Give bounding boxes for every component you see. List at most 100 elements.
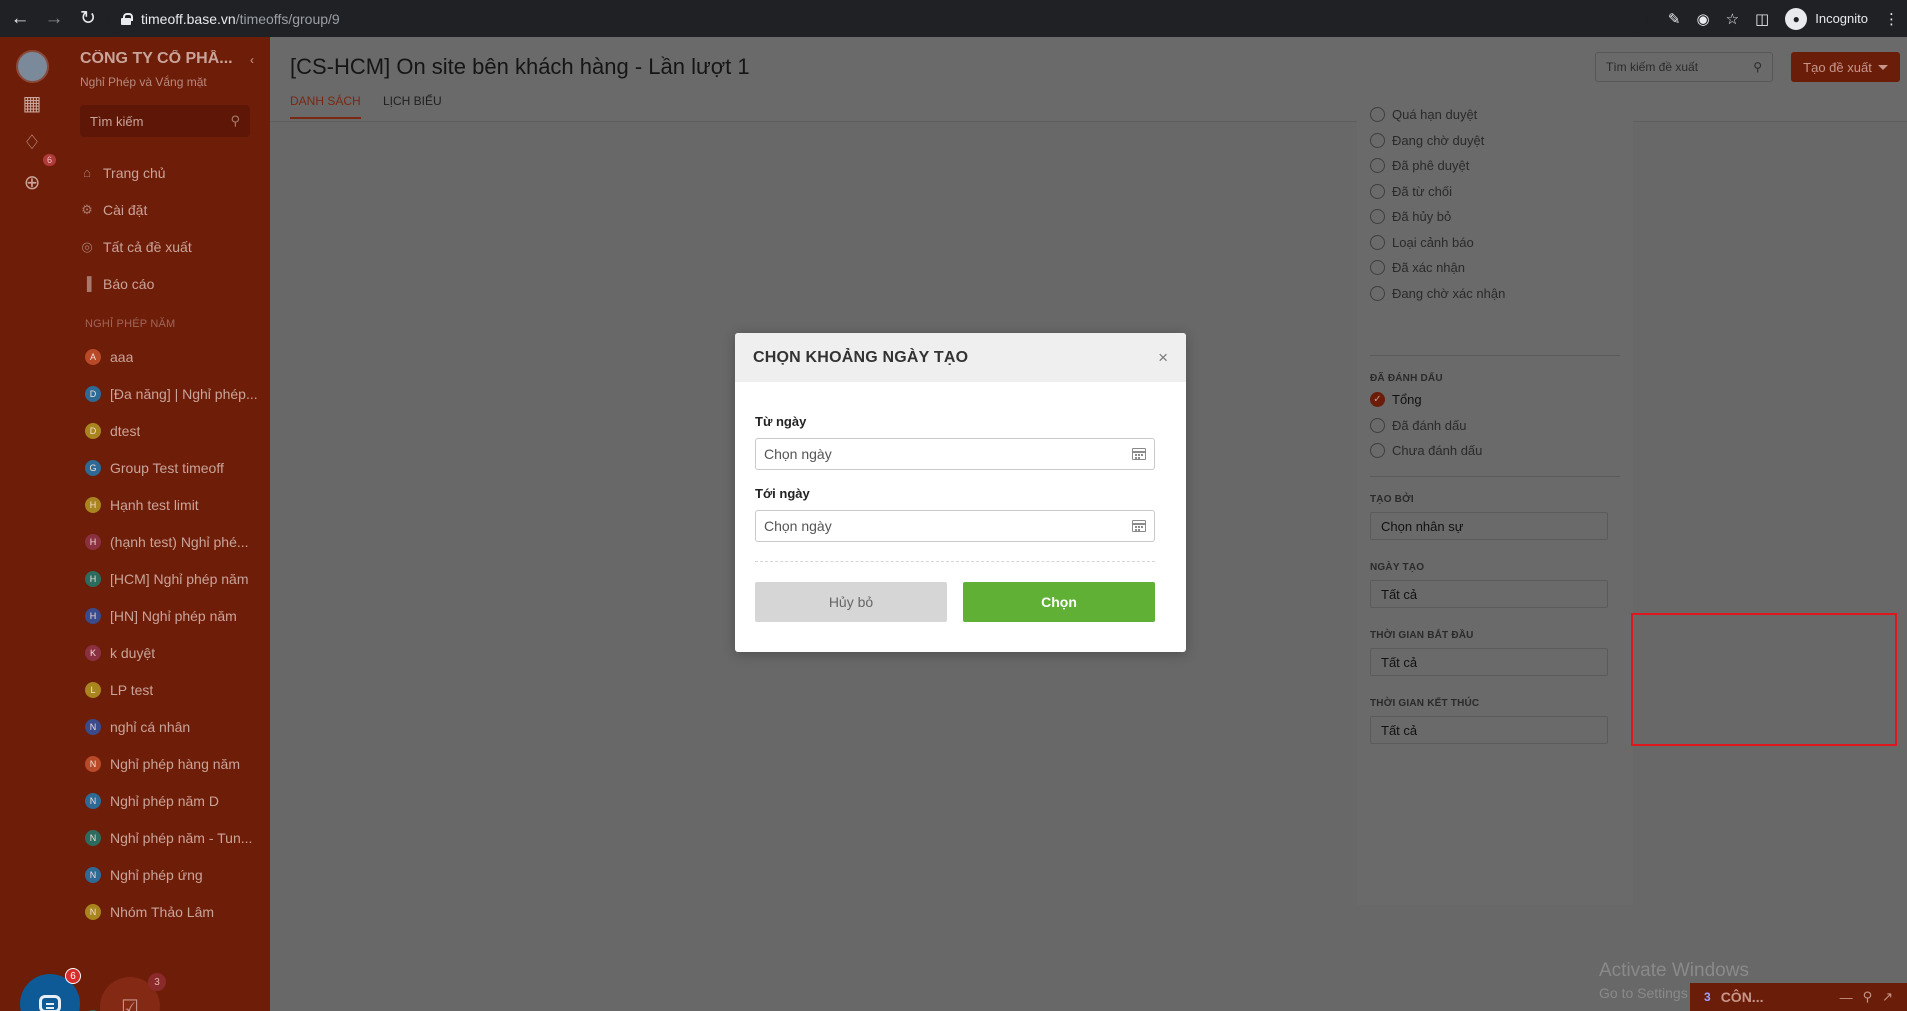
group-item[interactable]: N Nghỉ phép năm - Tun...: [85, 819, 270, 856]
status-option[interactable]: Loại cảnh báo: [1370, 234, 1474, 250]
group-item[interactable]: N Nghỉ phép hàng năm: [85, 745, 270, 782]
search-icon[interactable]: ⚲: [1863, 989, 1873, 1005]
status-option[interactable]: Quá hạn duyệt: [1370, 107, 1477, 122]
star-icon[interactable]: ☆: [1726, 10, 1739, 28]
check-icon[interactable]: ✓: [1370, 392, 1385, 407]
radio-button[interactable]: [1370, 260, 1385, 275]
status-option[interactable]: Đã xác nhận: [1370, 260, 1465, 275]
status-option-label: Đã phê duyệt: [1392, 158, 1470, 173]
divider: [1370, 476, 1620, 477]
status-option[interactable]: Đang chờ xác nhận: [1370, 285, 1505, 301]
status-option[interactable]: Đang chờ duyệt: [1370, 132, 1485, 148]
avatar[interactable]: [16, 50, 49, 83]
radio-button[interactable]: [1370, 209, 1385, 224]
status-option[interactable]: Đã hủy bỏ: [1370, 209, 1451, 224]
proposal-search-input[interactable]: Tìm kiếm đề xuất ⚲: [1595, 52, 1773, 82]
group-item[interactable]: D [Đa năng] | Nghỉ phép...: [85, 375, 270, 412]
radio-button[interactable]: [1370, 285, 1385, 301]
radio-button[interactable]: [1370, 443, 1385, 458]
group-item[interactable]: H Hạnh test limit: [85, 486, 270, 523]
end-time-select[interactable]: Tất cả: [1370, 716, 1608, 744]
close-icon[interactable]: ×: [1158, 349, 1168, 366]
radio-button[interactable]: [1370, 158, 1385, 173]
sidebar-item-0[interactable]: ⌂ Trang chủ: [80, 154, 260, 191]
group-avatar: D: [85, 422, 101, 439]
created-by-select[interactable]: Chọn nhân sự: [1370, 512, 1608, 540]
tab-list[interactable]: DANH SÁCH: [290, 94, 361, 119]
group-item[interactable]: Aaaa: [85, 338, 270, 375]
back-icon[interactable]: ←: [6, 5, 34, 33]
group-item[interactable]: H [HCM] Nghỉ phép năm: [85, 560, 270, 597]
group-item[interactable]: H [HN] Nghỉ phép năm: [85, 597, 270, 634]
group-item[interactable]: Ddtest: [85, 412, 270, 449]
incognito-icon: ●: [1785, 7, 1808, 30]
cancel-button[interactable]: Hủy bỏ: [755, 582, 947, 622]
expand-icon[interactable]: ↗: [1882, 989, 1893, 1005]
collapse-icon[interactable]: ‹: [250, 53, 254, 67]
group-label: Hạnh test limit: [110, 496, 199, 513]
group-item[interactable]: N Nhóm Thảo Lâm: [85, 893, 270, 930]
marked-option[interactable]: Chưa đánh dấu: [1370, 443, 1482, 458]
search-icon: ⚲: [1753, 60, 1762, 74]
marked-option[interactable]: Đã đánh dấu: [1370, 417, 1466, 433]
menu-icon[interactable]: ⋮: [1884, 10, 1899, 28]
tab-calendar[interactable]: LỊCH BIỂU: [383, 94, 442, 117]
minimized-chat-bar[interactable]: 3 CÔN... — ⚲ ↗: [1690, 983, 1907, 1011]
start-time-select[interactable]: Tất cả: [1370, 648, 1608, 676]
company-name[interactable]: CÔNG TY CỔ PHẦ...: [80, 50, 240, 68]
group-item[interactable]: Nnghỉ cá nhân: [85, 708, 270, 745]
radio-button[interactable]: [1370, 132, 1385, 148]
radio-button[interactable]: [1370, 107, 1385, 122]
plus-circle-icon[interactable]: ⊕: [20, 170, 44, 194]
created-date-select[interactable]: Tất cả: [1370, 580, 1608, 608]
radio-button[interactable]: [1370, 417, 1385, 433]
sidebar: CÔNG TY CỔ PHẦ... Nghỉ Phép và Vắng mặt …: [63, 37, 270, 1011]
group-item[interactable]: Kk duyệt: [85, 634, 270, 671]
date-range-modal: CHỌN KHOẢNG NGÀY TẠO × Từ ngày Chọn ngày…: [735, 333, 1186, 652]
apps-grid-icon[interactable]: ▦: [20, 91, 44, 115]
side-panel-icon[interactable]: ◫: [1755, 10, 1769, 28]
sidebar-item-2[interactable]: ◎ Tất cả đề xuất: [80, 228, 260, 265]
group-avatar: N: [85, 829, 101, 846]
forward-icon[interactable]: →: [40, 5, 68, 33]
group-label: Nghỉ phép năm D: [110, 792, 219, 809]
sidebar-item-3[interactable]: ▐ Báo cáo: [80, 265, 260, 302]
from-date-input[interactable]: Chọn ngày: [755, 438, 1155, 470]
status-option-label: Đã hủy bỏ: [1392, 209, 1452, 224]
address-bar[interactable]: timeoff.base.vn/timeoffs/group/9: [107, 5, 1647, 33]
group-item[interactable]: H (hạnh test) Nghỉ phé...: [85, 523, 270, 560]
sidebar-item-1[interactable]: ⚙ Cài đặt: [80, 191, 260, 228]
create-proposal-button[interactable]: Tạo đề xuất: [1791, 52, 1900, 82]
incognito-profile[interactable]: ● Incognito: [1785, 7, 1868, 30]
watermark-title: Activate Windows: [1599, 960, 1749, 981]
chat-icon: [39, 995, 61, 1011]
group-avatar: N: [85, 866, 101, 883]
radio-button[interactable]: [1370, 234, 1385, 250]
group-avatar: L: [85, 681, 101, 698]
group-item[interactable]: N Nghỉ phép ứng: [85, 856, 270, 893]
highlight-box: [1631, 613, 1897, 746]
minimize-icon[interactable]: —: [1840, 990, 1853, 1005]
choose-button[interactable]: Chọn: [963, 582, 1155, 622]
group-label: Nghỉ phép năm - Tun...: [110, 829, 253, 846]
radio-button[interactable]: [1370, 183, 1385, 199]
eye-slash-icon[interactable]: ◉: [1697, 10, 1710, 28]
group-item[interactable]: G Group Test timeoff: [85, 449, 270, 486]
to-date-input[interactable]: Chọn ngày: [755, 510, 1155, 542]
sidebar-item-label: Trang chủ: [103, 164, 166, 181]
marked-option[interactable]: ✓ Tổng: [1370, 392, 1422, 407]
translate-icon[interactable]: ✎: [1668, 10, 1681, 28]
status-option-label: Đang chờ duyệt: [1392, 132, 1485, 148]
filter-panel: Quá hạn duyệt Đang chờ duyệt Đã phê duyệt Đ…: [1357, 105, 1633, 905]
clipboard-check-icon: ☑: [121, 996, 139, 1011]
sidebar-search-input[interactable]: Tìm kiếm ⚲: [80, 105, 250, 137]
reload-icon[interactable]: ↻: [74, 5, 102, 33]
group-item[interactable]: L LP test: [85, 671, 270, 708]
status-option[interactable]: Đã từ chối: [1370, 183, 1452, 199]
sidebar-nav: ⌂ Trang chủ ⚙ Cài đặt ◎ Tất cả đề xuất ▐ Báo cá…: [80, 154, 260, 302]
group-label: [Đa năng] | Nghỉ phép...: [110, 385, 258, 402]
status-option[interactable]: Đã phê duyệt: [1370, 158, 1469, 173]
group-label: Nghỉ phép hàng năm: [110, 755, 240, 772]
bell-icon[interactable]: ♢: [20, 130, 44, 154]
group-item[interactable]: N Nghỉ phép năm D: [85, 782, 270, 819]
